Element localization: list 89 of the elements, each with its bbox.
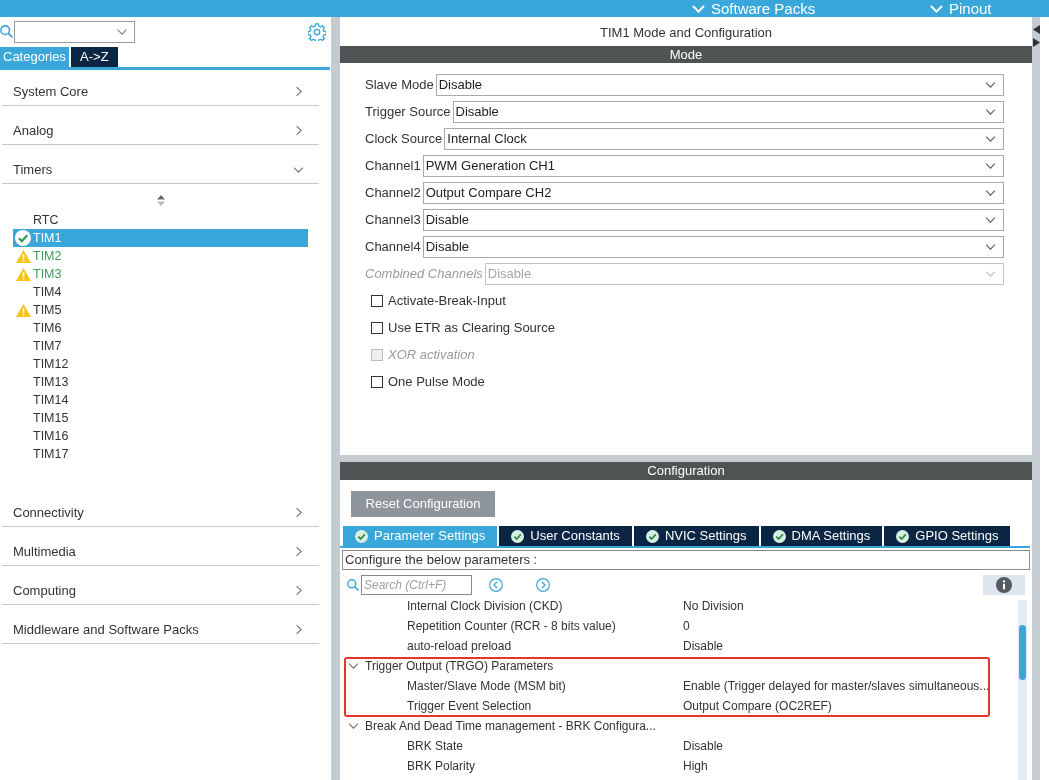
parameter-value: No Division [683, 598, 744, 615]
chevron-down-icon [985, 190, 996, 196]
scrollbar-track[interactable] [1018, 600, 1027, 780]
dropdown[interactable]: Internal Clock [444, 128, 1004, 150]
tree-group-header[interactable]: Break And Dead Time management - BRK Configura... [348, 716, 656, 736]
dropdown[interactable]: Disable [422, 236, 1004, 258]
peripheral-item[interactable]: RTC [13, 211, 308, 229]
chevron-down-icon [985, 136, 996, 142]
parameter-name: Trigger Event Selection [407, 699, 532, 713]
parameter-name: BRK Polarity [407, 759, 476, 773]
checkbox[interactable] [371, 295, 383, 307]
chevron-down-icon [930, 4, 943, 13]
info-button[interactable] [983, 575, 1025, 595]
peripheral-item[interactable]: TIM16 [13, 427, 308, 445]
tree-group-header[interactable]: Trigger Output (TRGO) Parameters [348, 656, 554, 676]
parameter-name: BRK State [407, 739, 464, 753]
checkbox-label: XOR activation [388, 346, 475, 365]
section-header: Mode [340, 46, 1032, 63]
search-icon [0, 25, 13, 38]
peripheral-item[interactable]: TIM7 [13, 337, 308, 355]
info-icon [996, 577, 1012, 593]
category-row[interactable]: System Core [2, 70, 319, 106]
parameter-name: Master/Slave Mode (MSM bit) [407, 679, 566, 693]
settings-tab[interactable]: User Constants [499, 526, 632, 546]
settings-tab[interactable]: GPIO Settings [884, 526, 1011, 546]
parameter-name: Repetition Counter (RCR - 8 bits value) [407, 619, 616, 633]
search-icon [347, 579, 359, 591]
field-label: Channel4 [365, 238, 421, 257]
field-label: Channel2 [365, 184, 421, 203]
category-row[interactable]: Multimedia [2, 527, 319, 566]
parameter-name: auto-reload preload [407, 639, 512, 653]
parameter-value: 0 [683, 618, 690, 635]
field-label: Combined Channels [365, 265, 483, 284]
settings-icon[interactable] [308, 22, 326, 41]
peripheral-item[interactable]: TIM13 [13, 373, 308, 391]
section-header: Configuration [340, 462, 1032, 480]
dropdown[interactable]: Disable [422, 209, 1004, 231]
dropdown[interactable]: Disable [435, 74, 1004, 96]
checkbox[interactable] [371, 376, 383, 388]
triangle-left-icon[interactable] [1033, 25, 1040, 34]
parameter-value: Disable [683, 638, 724, 655]
category-row[interactable]: Connectivity [2, 488, 319, 527]
parameter-name: Internal Clock Division (CKD) [407, 599, 563, 613]
checkbox[interactable] [371, 322, 383, 334]
parameter-value: Output Compare (OC2REF) [683, 698, 832, 715]
field-label: Trigger Source [365, 103, 451, 122]
peripheral-item[interactable]: TIM5 [13, 301, 308, 319]
chevron-down-icon [985, 217, 996, 223]
triangle-right-icon[interactable] [1033, 38, 1040, 47]
chevron-down-icon [985, 244, 996, 250]
peripheral-item[interactable]: TIM6 [13, 319, 308, 337]
peripheral-item[interactable]: TIM14 [13, 391, 308, 409]
category-row[interactable]: Middleware and Software Packs [2, 605, 319, 644]
peripheral-item[interactable]: TIM15 [13, 409, 308, 427]
sidebar-tab[interactable]: A->Z [70, 47, 118, 67]
parameter-value: Disable [683, 738, 724, 755]
chevron-down-icon [985, 109, 996, 115]
chevron-down-icon [985, 82, 996, 88]
chevron-down-icon [985, 271, 996, 277]
field-label: Slave Mode [365, 76, 434, 95]
chevron-down-icon [692, 4, 705, 13]
sort-arrows-icon[interactable] [156, 195, 165, 206]
dropdown[interactable]: Output Compare CH2 [422, 182, 1004, 204]
panel-title: TIM1 Mode and Configuration [600, 24, 772, 43]
category-row[interactable]: Analog [2, 106, 319, 145]
parameter-value: Enable (Trigger delayed for master/slaves simultaneous... [683, 678, 990, 695]
instruction-text: Configure the below parameters : [342, 550, 1030, 570]
scrollbar-thumb[interactable] [1019, 625, 1026, 680]
settings-tab[interactable]: DMA Settings [760, 526, 883, 546]
chevron-down-icon [985, 163, 996, 169]
search-combobox[interactable] [14, 20, 135, 43]
peripheral-item[interactable]: TIM17 [13, 445, 308, 463]
dropdown[interactable]: PWM Generation CH1 [422, 155, 1004, 177]
dropdown[interactable]: Disable [452, 101, 1004, 123]
checkbox-label: Activate-Break-Input [388, 292, 506, 311]
field-label: Clock Source [365, 130, 443, 149]
checkbox-label: Use ETR as Clearing Source [388, 319, 555, 338]
category-row[interactable]: Computing [2, 566, 319, 605]
chevron-down-icon [117, 28, 127, 35]
field-label: Channel3 [365, 211, 421, 230]
settings-tab[interactable]: NVIC Settings [633, 526, 759, 546]
parameter-value: High [683, 758, 708, 775]
peripheral-item[interactable]: TIM4 [13, 283, 308, 301]
peripheral-item[interactable]: TIM3 [13, 265, 308, 283]
field-label: Channel1 [365, 157, 421, 176]
search-field[interactable]: Search (Ctrl+F) [361, 575, 472, 595]
checkbox-label: One Pulse Mode [388, 373, 485, 392]
category-row[interactable]: Timers [2, 145, 319, 184]
peripheral-item[interactable]: TIM12 [13, 355, 308, 373]
